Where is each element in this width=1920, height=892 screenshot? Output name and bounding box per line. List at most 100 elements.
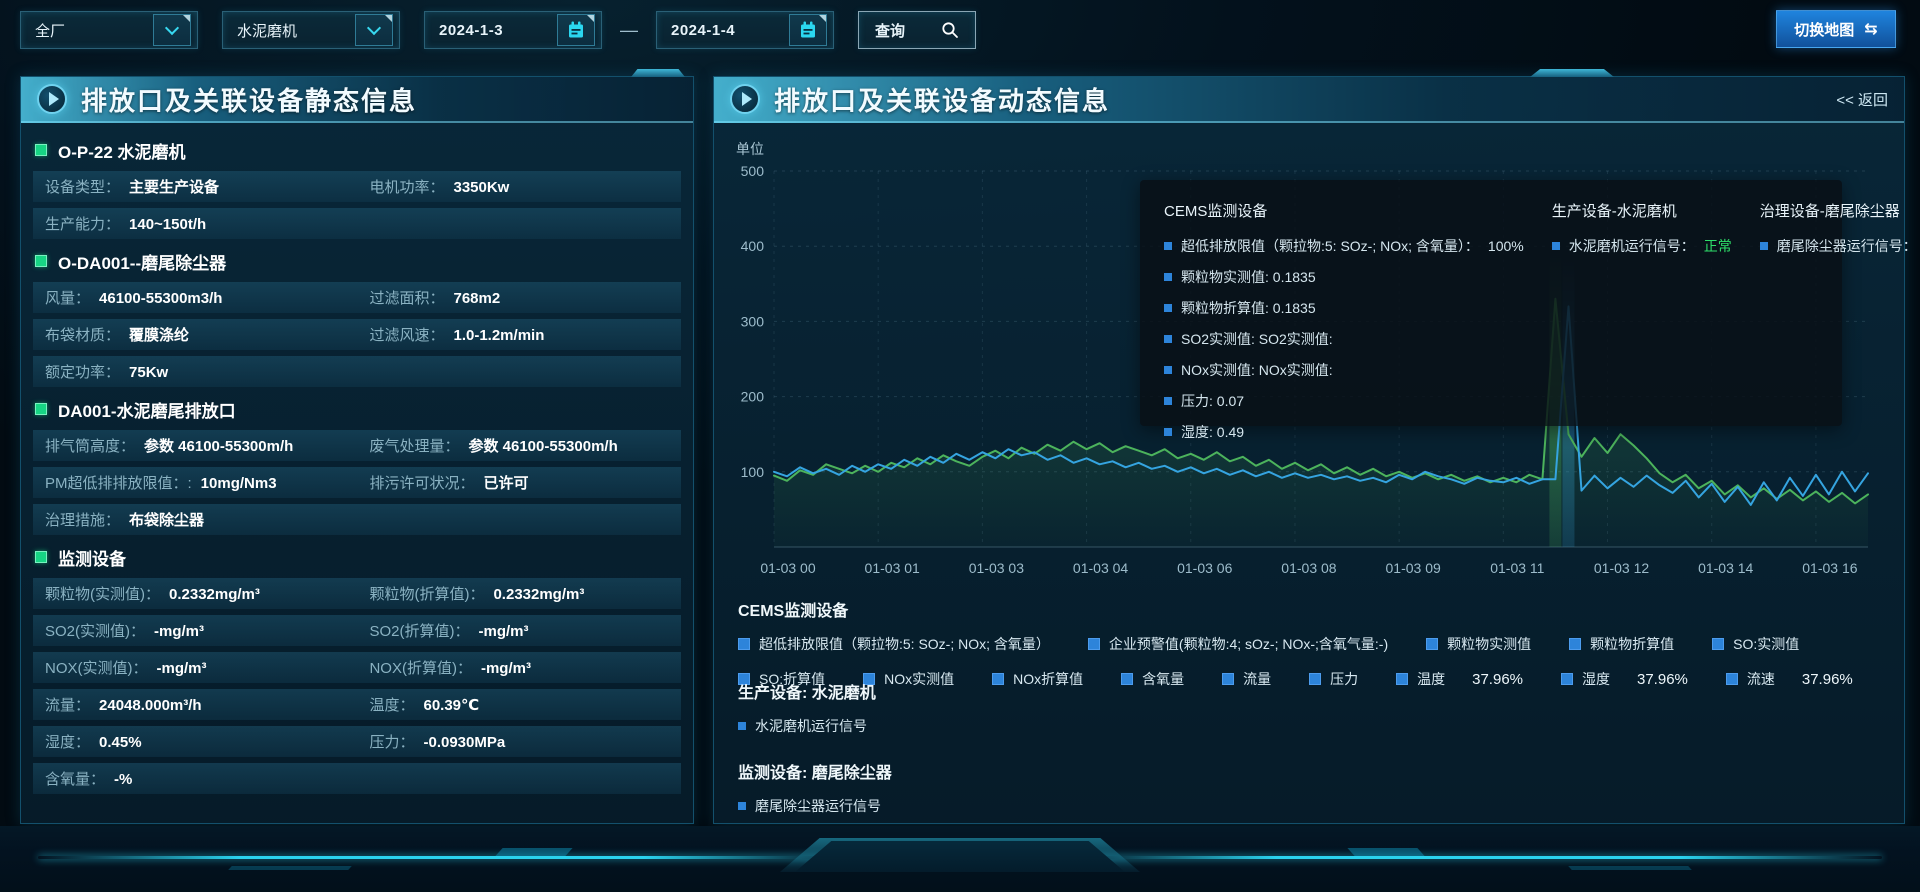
calendar-icon[interactable]: [789, 14, 827, 46]
info-row: 颗粒物(实测值)：0.2332mg/m³颗粒物(折算值)：0.2332mg/m³: [33, 578, 681, 609]
decoration-slash: [496, 848, 573, 856]
legend-item[interactable]: 温度37.96%: [1396, 669, 1523, 689]
back-link[interactable]: << 返回: [1836, 89, 1888, 110]
info-cell: 废气处理量： 参数 46100-55300m/h: [369, 435, 669, 456]
legend-item-label: 压力: [1330, 669, 1358, 689]
info-cell: SO2(实测值)： -mg/m³: [45, 620, 369, 641]
info-label: 废气处理量：: [369, 435, 459, 456]
green-square-icon: [35, 255, 47, 267]
tooltip-item-text: 水泥磨机运行信号：: [1569, 236, 1695, 256]
info-cell: PM超低排排放限值：:10mg/Nm3: [45, 472, 369, 493]
info-cell: 含氧量： -%: [45, 768, 369, 789]
blue-square-icon: [1164, 242, 1172, 250]
decoration-slash: [229, 866, 353, 870]
top-bar: 全厂 水泥磨机 2024-1-3 — 2024-1-4 查询 切换: [20, 10, 1900, 50]
date-from-input[interactable]: 2024-1-3: [424, 11, 602, 49]
info-cell: 生产能力：140~150t/h: [45, 213, 369, 234]
play-icon: [37, 84, 67, 114]
switch-map-button[interactable]: 切换地图 ⇆: [1776, 10, 1896, 48]
bottom-decoration: [0, 826, 1920, 892]
legend-item[interactable]: 流量: [1222, 669, 1271, 689]
green-square-icon: [35, 403, 47, 415]
info-cell: 排气筒高度：参数 46100-55300m/h: [45, 435, 369, 456]
calendar-icon[interactable]: [557, 14, 595, 46]
legend-item-value: 37.96%: [1802, 671, 1853, 688]
query-button[interactable]: 查询: [858, 11, 976, 49]
info-value: 10mg/Nm3: [201, 475, 277, 492]
legend-item[interactable]: 超低排放限值（颗拉物:5: SOz-; NOx; 含氧量）: [738, 634, 1050, 654]
legend-item-label: 湿度: [1582, 669, 1610, 689]
blue-square-icon: [1552, 242, 1560, 250]
section-header-label: O-P-22 水泥磨机: [58, 138, 186, 163]
page-title-static: 排放口及关联设备静态信息: [81, 81, 417, 118]
info-value: -mg/m³: [154, 623, 204, 640]
tooltip-item: 水泥磨机运行信号：正常: [1552, 236, 1732, 256]
info-value: 768m2: [453, 290, 500, 307]
info-row: 湿度：0.45%压力：-0.0930MPa: [33, 726, 681, 757]
info-label: NOX(实测值)：: [45, 657, 148, 678]
info-label: 过滤面积：: [369, 287, 444, 308]
info-value: 24048.000m³/h: [99, 697, 202, 714]
info-cell: 排污许可状况：已许可: [369, 472, 669, 493]
date-from-value: 2024-1-3: [439, 22, 557, 39]
legend-item[interactable]: 含氧量: [1121, 669, 1184, 689]
info-label: 排污许可状况：: [369, 472, 474, 493]
legend-item-label: 企业预警值(颗粒物:4; sOz-; NOx-;含氧气量:-): [1109, 634, 1388, 654]
legend-item[interactable]: SO:实测值: [1712, 634, 1799, 654]
legend-item[interactable]: 颗粒物折算值: [1569, 634, 1674, 654]
panel-notch-decoration: [631, 69, 685, 77]
info-cell: 流量： 24048.000m³/h: [45, 694, 369, 715]
date-to-value: 2024-1-4: [671, 22, 789, 39]
page-title-dynamic: 排放口及关联设备动态信息: [774, 81, 1110, 118]
device-select[interactable]: 水泥磨机: [222, 11, 400, 49]
legend-item-label: 温度: [1417, 669, 1445, 689]
legend-item[interactable]: 湿度 37.96%: [1561, 669, 1688, 689]
play-icon: [730, 84, 760, 114]
green-square-icon: [35, 144, 47, 156]
info-cell: 压力：-0.0930MPa: [369, 731, 669, 752]
blue-square-icon: [1561, 673, 1573, 685]
legend-item-label: NOx实测值: [884, 669, 954, 689]
legend-item[interactable]: 企业预警值(颗粒物:4; sOz-; NOx-;含氧气量:-): [1088, 634, 1388, 654]
date-to-input[interactable]: 2024-1-4: [656, 11, 834, 49]
chevron-down-icon[interactable]: [153, 14, 191, 46]
blue-square-icon: [1222, 673, 1234, 685]
legend-item-value: 37.96%: [1637, 671, 1688, 688]
info-label: 含氧量：: [45, 768, 105, 789]
info-value: 参数 46100-55300m/h: [468, 435, 617, 456]
legend-item-label: 超低排放限值（颗拉物:5: SOz-; NOx; 含氧量）: [759, 634, 1050, 654]
plant-select[interactable]: 全厂: [20, 11, 198, 49]
legend-item[interactable]: 流速37.96%: [1726, 669, 1853, 689]
info-value: 主要生产设备: [129, 176, 219, 197]
signal-item: 水泥磨机运行信号: [738, 716, 892, 736]
legend-item[interactable]: 压力: [1309, 669, 1358, 689]
legend-item[interactable]: NOx折算值: [992, 669, 1083, 689]
svg-text:01-03 12: 01-03 12: [1594, 560, 1649, 576]
blue-square-icon: [738, 802, 746, 810]
info-value: -mg/m³: [481, 660, 531, 677]
panel-notch-decoration: [1530, 69, 1614, 77]
tooltip-column-title: 生产设备-水泥磨机: [1552, 200, 1732, 221]
info-label: 治理措施：: [45, 509, 120, 530]
info-label: 流量：: [45, 694, 90, 715]
svg-text:01-03 11: 01-03 11: [1490, 560, 1544, 576]
legend-item-label: 颗粒物实测值: [1447, 634, 1531, 654]
info-row: NOX(实测值)： -mg/m³NOX(折算值)：-mg/m³: [33, 652, 681, 683]
tooltip-column-title: CEMS监测设备: [1164, 200, 1524, 221]
legend-item[interactable]: 颗粒物实测值: [1426, 634, 1531, 654]
info-cell: 电机功率：3350Kw: [369, 176, 669, 197]
svg-text:100: 100: [741, 464, 765, 480]
info-cell: 颗粒物(实测值)：0.2332mg/m³: [45, 583, 369, 604]
tooltip-item: 磨尾除尘器运行信号：故障: [1760, 236, 1920, 256]
blue-square-icon: [1426, 638, 1438, 650]
blue-square-icon: [1164, 273, 1172, 281]
info-cell: SO2(折算值)：-mg/m³: [369, 620, 669, 641]
info-value: -%: [114, 771, 132, 788]
tooltip-item: 颗粒物实测值: 0.1835: [1164, 267, 1524, 287]
chevron-down-icon[interactable]: [355, 14, 393, 46]
info-cell: NOX(折算值)：-mg/m³: [369, 657, 669, 678]
dynamic-info-panel: 排放口及关联设备动态信息 << 返回 单位 10020030040050001-…: [713, 76, 1905, 824]
svg-text:500: 500: [741, 163, 765, 179]
date-range-separator: —: [620, 20, 638, 41]
info-label: SO2(实测值)：: [45, 620, 145, 641]
